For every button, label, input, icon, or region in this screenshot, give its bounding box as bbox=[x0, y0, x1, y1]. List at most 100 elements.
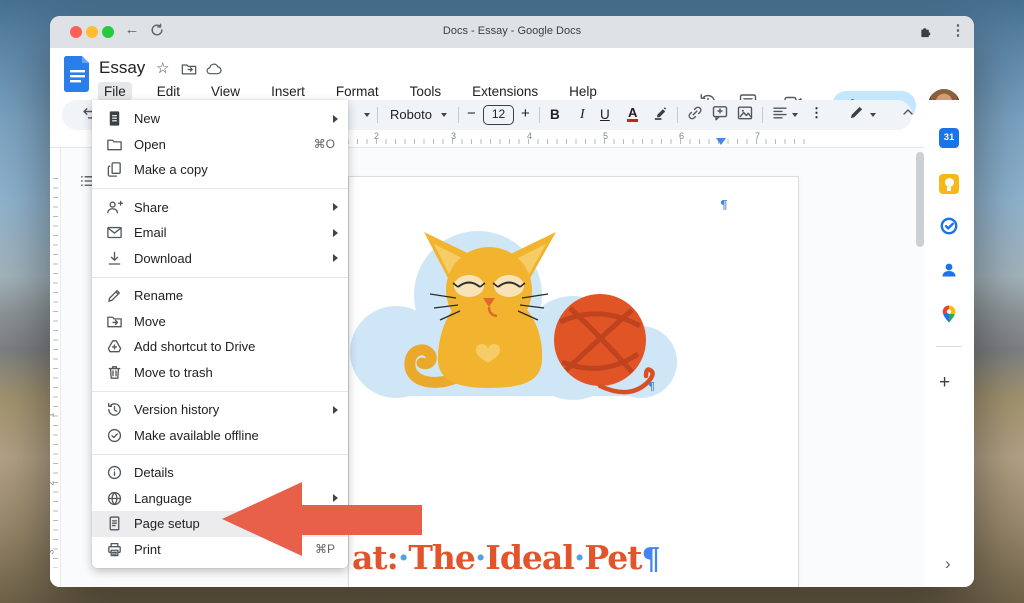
decrease-font-size-button[interactable]: − bbox=[467, 105, 476, 122]
extensions-puzzle-icon[interactable] bbox=[914, 23, 936, 42]
menu-item-rename[interactable]: Rename bbox=[92, 283, 348, 309]
menu-item-make-a-copy[interactable]: Make a copy bbox=[92, 157, 348, 183]
google-tasks-icon[interactable] bbox=[939, 216, 959, 236]
font-size-input[interactable]: 12 bbox=[483, 105, 514, 125]
menu-edit[interactable]: Edit bbox=[151, 82, 186, 101]
print-icon bbox=[106, 541, 123, 558]
styles-dropdown-icon[interactable] bbox=[364, 113, 370, 117]
menu-divider bbox=[92, 188, 348, 189]
font-family-select[interactable]: Roboto bbox=[390, 107, 432, 122]
browser-titlebar: ← Docs - Essay - Google Docs ⋮ bbox=[50, 16, 974, 48]
font-family-dropdown-icon[interactable] bbox=[441, 113, 447, 117]
menu-item-new[interactable]: New bbox=[92, 106, 348, 132]
rail-divider bbox=[936, 346, 962, 347]
menu-item-label: Download bbox=[134, 251, 192, 266]
download-icon bbox=[106, 250, 123, 267]
menu-item-label: Page setup bbox=[134, 516, 200, 531]
italic-button[interactable]: I bbox=[580, 107, 585, 123]
cloud-saved-icon[interactable] bbox=[206, 61, 223, 82]
submenu-arrow-icon bbox=[333, 406, 338, 414]
right-indent-marker[interactable] bbox=[716, 138, 726, 145]
highlight-color-icon[interactable] bbox=[652, 104, 669, 124]
menu-format[interactable]: Format bbox=[330, 82, 385, 101]
submenu-arrow-icon bbox=[333, 229, 338, 237]
ruler-number: 1 bbox=[50, 412, 56, 417]
google-contacts-icon[interactable] bbox=[939, 260, 959, 280]
ruler-number: 7 bbox=[755, 131, 760, 141]
ruler-number: 2 bbox=[50, 480, 56, 485]
menubar: File Edit View Insert Format Tools Exten… bbox=[98, 82, 603, 101]
browser-window: ← Docs - Essay - Google Docs ⋮ Essay ☆ bbox=[50, 16, 974, 587]
menu-item-share[interactable]: Share bbox=[92, 195, 348, 221]
add-comment-icon[interactable] bbox=[711, 104, 729, 125]
menu-item-move-to-trash[interactable]: Move to trash bbox=[92, 360, 348, 386]
editing-mode-pen-icon[interactable] bbox=[848, 104, 865, 124]
submenu-arrow-icon bbox=[333, 115, 338, 123]
menu-item-label: Open bbox=[134, 137, 166, 152]
bold-button[interactable]: B bbox=[550, 107, 560, 122]
star-icon[interactable]: ☆ bbox=[156, 59, 169, 77]
vertical-scrollbar[interactable] bbox=[916, 152, 924, 247]
align-dropdown-icon[interactable] bbox=[792, 113, 798, 117]
google-calendar-icon[interactable]: 31 bbox=[939, 128, 959, 148]
google-keep-icon[interactable] bbox=[939, 174, 959, 194]
rename-pencil-icon bbox=[106, 287, 123, 304]
menu-shortcut: ⌘O bbox=[314, 137, 335, 151]
insert-link-icon[interactable] bbox=[686, 104, 704, 125]
tab-title: Docs - Essay - Google Docs bbox=[50, 25, 974, 37]
submenu-arrow-icon bbox=[333, 203, 338, 211]
ruler-number: 3 bbox=[50, 549, 56, 554]
offline-check-icon bbox=[106, 427, 123, 444]
vertical-ruler: 1 2 3 4 bbox=[50, 148, 61, 587]
docs-header: Essay ☆ File Edit View Insert Format Too… bbox=[50, 48, 974, 100]
text-color-button[interactable]: A bbox=[628, 105, 637, 120]
menu-item-version-history[interactable]: Version history bbox=[92, 397, 348, 423]
menu-item-label: Move to trash bbox=[134, 365, 213, 380]
menu-tools[interactable]: Tools bbox=[404, 82, 448, 101]
menu-item-move[interactable]: Move bbox=[92, 309, 348, 335]
toolbar-more-icon[interactable]: ⋮ bbox=[810, 105, 823, 121]
menu-divider bbox=[92, 454, 348, 455]
insert-image-icon[interactable] bbox=[736, 104, 754, 125]
menu-item-label: Email bbox=[134, 225, 167, 240]
menu-item-label: Details bbox=[134, 465, 174, 480]
pilcrow-mark: ¶ bbox=[648, 380, 655, 393]
info-icon bbox=[106, 464, 123, 481]
menu-item-label: Share bbox=[134, 200, 169, 215]
google-docs-logo[interactable] bbox=[64, 56, 91, 97]
ruler-number: 3 bbox=[451, 131, 456, 141]
submenu-arrow-icon bbox=[333, 254, 338, 262]
editing-mode-dropdown-icon[interactable] bbox=[870, 113, 876, 117]
red-callout-arrow bbox=[216, 478, 426, 568]
menu-item-add-shortcut-to-drive[interactable]: Add shortcut to Drive bbox=[92, 334, 348, 360]
menu-extensions[interactable]: Extensions bbox=[466, 82, 544, 101]
google-maps-icon[interactable] bbox=[939, 304, 959, 324]
menu-insert[interactable]: Insert bbox=[265, 82, 311, 101]
align-left-icon[interactable] bbox=[771, 104, 789, 125]
menu-item-label: Print bbox=[134, 542, 161, 557]
menu-item-label: Version history bbox=[134, 402, 219, 417]
get-addons-plus-icon[interactable]: + bbox=[939, 372, 950, 394]
menu-item-label: Language bbox=[134, 491, 192, 506]
menu-view[interactable]: View bbox=[205, 82, 246, 101]
underline-button[interactable]: U bbox=[600, 107, 610, 122]
menu-item-open[interactable]: Open ⌘O bbox=[92, 132, 348, 158]
side-panel-rail: 31 + bbox=[924, 100, 974, 587]
show-side-panel-icon[interactable]: › bbox=[945, 554, 951, 574]
menu-item-download[interactable]: Download bbox=[92, 246, 348, 272]
new-document-icon bbox=[106, 110, 123, 127]
ruler-number: 5 bbox=[603, 131, 608, 141]
move-folder-icon[interactable] bbox=[181, 61, 197, 82]
menu-item-email[interactable]: Email bbox=[92, 220, 348, 246]
collapse-toolbar-icon[interactable] bbox=[900, 104, 916, 123]
version-history-icon bbox=[106, 401, 123, 418]
increase-font-size-button[interactable]: + bbox=[521, 105, 530, 122]
menu-file[interactable]: File bbox=[98, 82, 132, 101]
cat-illustration[interactable] bbox=[338, 210, 678, 405]
menu-item-make-available-offline[interactable]: Make available offline bbox=[92, 423, 348, 449]
menu-help[interactable]: Help bbox=[563, 82, 603, 101]
browser-menu-icon[interactable]: ⋮ bbox=[947, 21, 969, 39]
document-title[interactable]: Essay bbox=[99, 58, 145, 78]
menu-divider bbox=[92, 277, 348, 278]
ruler-number: 4 bbox=[527, 131, 532, 141]
